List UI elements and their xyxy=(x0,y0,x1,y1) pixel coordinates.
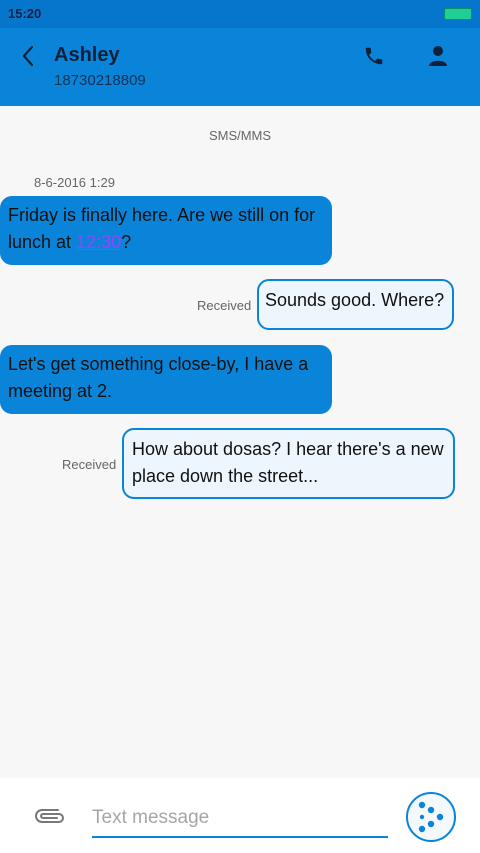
message-text: Friday is finally here. Are we still on … xyxy=(8,205,316,252)
status-time: 15:20 xyxy=(8,6,42,21)
contact-profile-button[interactable] xyxy=(424,42,452,70)
message-timestamp: 8-6-2016 1:29 xyxy=(34,175,115,190)
attach-button[interactable] xyxy=(34,806,66,826)
delivery-status: Received xyxy=(62,457,117,472)
app-header: 15:20 Ashley 18730218809 xyxy=(0,0,480,106)
message-input[interactable] xyxy=(92,800,388,838)
back-button[interactable] xyxy=(14,42,42,70)
message-text: How about dosas? I hear there's a new pl… xyxy=(132,439,444,486)
send-icon xyxy=(418,801,444,833)
contact-name: Ashley xyxy=(54,44,120,66)
message-composer xyxy=(0,778,480,853)
outgoing-message-bubble[interactable]: Sounds good. Where? xyxy=(257,279,454,330)
message-text: Sounds good. Where? xyxy=(265,290,445,310)
person-icon xyxy=(429,46,447,66)
contact-number: 18730218809 xyxy=(54,72,146,89)
send-button[interactable] xyxy=(406,792,456,842)
chevron-left-icon xyxy=(22,45,34,67)
channel-label: SMS/MMS xyxy=(208,128,272,143)
battery-icon xyxy=(444,8,472,20)
phone-icon xyxy=(365,47,383,65)
status-bar: 15:20 xyxy=(0,0,480,28)
paperclip-icon xyxy=(35,809,64,823)
time-link[interactable]: 12:30 xyxy=(76,232,121,252)
message-thread[interactable]: SMS/MMS 8-6-2016 1:29 Friday is finally … xyxy=(0,106,480,778)
incoming-message-bubble[interactable]: Let's get something close-by, I have a m… xyxy=(0,345,332,414)
message-text-suffix: ? xyxy=(121,232,132,252)
call-button[interactable] xyxy=(360,42,388,70)
incoming-message-bubble[interactable]: Friday is finally here. Are we still on … xyxy=(0,196,332,265)
outgoing-message-bubble[interactable]: How about dosas? I hear there's a new pl… xyxy=(122,428,455,499)
message-text: Let's get something close-by, I have a m… xyxy=(8,354,309,401)
delivery-status: Received xyxy=(197,298,252,313)
